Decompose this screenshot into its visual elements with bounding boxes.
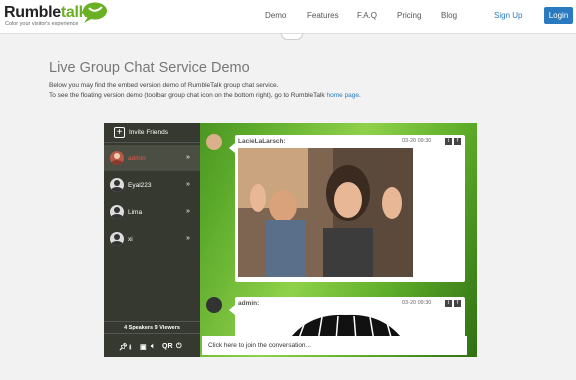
logo-wordmark: Rumbletalk: [4, 4, 88, 21]
facebook-share-icon[interactable]: f: [454, 300, 461, 307]
user-item-eyal223[interactable]: Eyal223 »: [104, 172, 200, 198]
chat-widget: + Invite Friends admin » Eyal223 » Lima …: [104, 123, 477, 357]
sender-avatar: [206, 297, 222, 313]
window-icon[interactable]: ▣: [140, 343, 147, 351]
description-line-1: Below you may find the embed version dem…: [49, 82, 279, 89]
photo-image: [238, 148, 413, 277]
user-item-admin[interactable]: admin »: [104, 145, 200, 171]
chevron-right-icon[interactable]: »: [186, 235, 190, 242]
nav-blog[interactable]: Blog: [441, 11, 457, 20]
chevron-right-icon[interactable]: »: [186, 181, 190, 188]
twitter-share-icon[interactable]: t: [445, 300, 452, 307]
qr-icon[interactable]: QR: [162, 343, 173, 350]
facebook-share-icon[interactable]: f: [454, 138, 461, 145]
signup-link[interactable]: Sign Up: [494, 11, 522, 20]
nav-features[interactable]: Features: [307, 11, 339, 20]
home-page-link[interactable]: home page: [327, 92, 360, 99]
chevron-right-icon[interactable]: »: [186, 208, 190, 215]
avatar: [110, 178, 124, 192]
plus-icon: +: [114, 127, 125, 138]
page-title: Live Group Chat Service Demo: [49, 60, 250, 76]
user-name: xi: [128, 236, 133, 243]
shared-photo[interactable]: [238, 148, 413, 277]
user-item-lima[interactable]: Lima »: [104, 199, 200, 225]
invite-friends-label: Invite Friends: [129, 129, 169, 136]
message-sender: admin:: [238, 300, 260, 307]
chevron-right-icon[interactable]: »: [186, 154, 190, 161]
power-icon[interactable]: ⏻: [176, 343, 182, 351]
speech-bubble-icon: [83, 2, 107, 23]
user-name: Eyal223: [128, 182, 152, 189]
participant-counts: 4 Speakers 9 Viewers: [104, 321, 200, 334]
twitter-share-icon[interactable]: t: [445, 138, 452, 145]
nav-demo[interactable]: Demo: [265, 11, 286, 20]
invite-friends-button[interactable]: + Invite Friends: [104, 123, 200, 143]
message-card: LacieLaLarsch: 03-20 09:30 t f: [229, 135, 465, 282]
login-button[interactable]: Login: [544, 7, 573, 24]
message-time: 03-20 09:30: [402, 300, 432, 306]
user-item-xi[interactable]: xi »: [104, 226, 200, 252]
logo-tagline: Color your visitor's experience: [5, 21, 79, 27]
user-name: Lima: [128, 209, 143, 216]
nav-faq[interactable]: F.A.Q: [357, 11, 377, 20]
top-header: Rumbletalk Color your visitor's experien…: [0, 0, 576, 34]
download-icon[interactable]: ⭳: [129, 343, 131, 354]
join-conversation-input[interactable]: Click here to join the conversation...: [202, 336, 467, 355]
rumbletalk-logo[interactable]: Rumbletalk Color your visitor's experien…: [4, 2, 108, 32]
message-card: admin: 03-20 09:30 t f: [229, 297, 465, 341]
message-time: 03-20 09:30: [402, 138, 432, 144]
message-sender: LacieLaLarsch:: [238, 138, 286, 145]
message-area: LacieLaLarsch: 03-20 09:30 t f admin: 03…: [200, 123, 477, 341]
scroll-top-tab[interactable]: [281, 34, 303, 40]
chat-toolbar: 📌︎ ⭳ ▣ 🔈︎ QR ⏻: [104, 337, 200, 357]
avatar: [110, 151, 124, 165]
nav-pricing[interactable]: Pricing: [397, 11, 421, 20]
avatar: [110, 232, 124, 246]
user-name: admin: [128, 155, 146, 162]
avatar: [110, 205, 124, 219]
chat-sidebar: + Invite Friends admin » Eyal223 » Lima …: [104, 123, 200, 357]
sender-avatar: [206, 134, 222, 150]
volume-icon[interactable]: 🔈︎: [151, 343, 155, 351]
description-line-2: To see the floating version demo (toolba…: [49, 92, 361, 99]
pin-icon[interactable]: 📌︎: [119, 343, 128, 351]
